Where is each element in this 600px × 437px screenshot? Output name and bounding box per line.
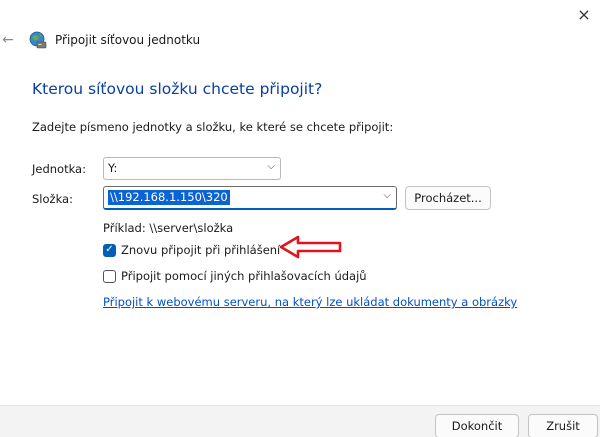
folder-path-input[interactable]: \\192.168.1.150\320 ⌵ — [103, 186, 397, 210]
reconnect-checkbox[interactable]: ✓ — [103, 243, 116, 257]
window-title: Připojit síťovou jednotku — [55, 33, 201, 47]
drive-letter-select[interactable]: Y: ⌵ — [103, 157, 281, 180]
browse-button[interactable]: Procházet... — [405, 186, 491, 210]
instruction-text: Zadejte písmeno jednotky a složku, ke kt… — [32, 120, 394, 134]
drive-letter-value: Y: — [108, 161, 118, 175]
close-icon: × — [577, 4, 591, 24]
chevron-down-icon: ⌵ — [267, 161, 275, 172]
folder-path-value: \\192.168.1.150\320 — [108, 190, 230, 205]
finish-button[interactable]: Dokončit — [435, 414, 519, 437]
checkmark-icon: ✓ — [105, 244, 114, 255]
close-button[interactable]: × — [568, 0, 600, 28]
page-heading: Kterou síťovou složku chcete připojit? — [32, 80, 323, 98]
example-text: Příklad: \\server\složka — [103, 221, 234, 235]
other-credentials-checkbox-row[interactable]: Připojit pomocí jiných přihlašovacích úd… — [103, 269, 367, 283]
cancel-button[interactable]: Zrušit — [528, 414, 598, 437]
other-credentials-checkbox[interactable] — [103, 269, 116, 283]
drive-label: Jednotka: — [32, 162, 86, 176]
web-server-link[interactable]: Připojit k webovému serveru, na který lz… — [103, 295, 517, 309]
chevron-down-icon[interactable]: ⌵ — [383, 190, 391, 201]
reconnect-checkbox-row[interactable]: ✓ Znovu připojit při přihlášení — [103, 243, 280, 257]
back-button[interactable]: ← — [0, 30, 16, 50]
folder-label: Složka: — [32, 192, 73, 206]
back-arrow-icon: ← — [2, 32, 14, 48]
other-credentials-label: Připojit pomocí jiných přihlašovacích úd… — [121, 269, 367, 283]
annotation-arrow-icon — [279, 235, 342, 259]
reconnect-label: Znovu připojit při přihlášení — [121, 243, 281, 257]
network-drive-icon — [29, 31, 47, 49]
